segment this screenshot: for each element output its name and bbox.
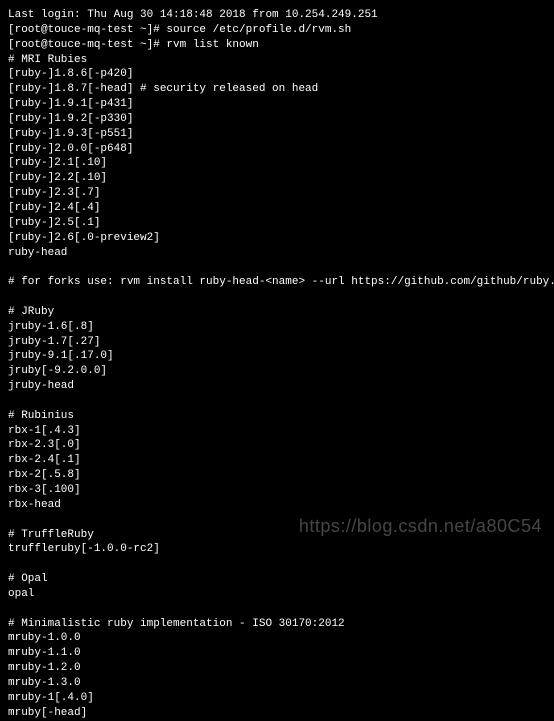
ruby-version-line: jruby-head (8, 379, 546, 394)
forks-note: # for forks use: rvm install ruby-head-<… (8, 275, 546, 290)
ruby-version-line: jruby-1.7[.27] (8, 335, 546, 350)
ruby-version-line: rbx-2.4[.1] (8, 453, 546, 468)
ruby-version-line: rbx-3[.100] (8, 483, 546, 498)
login-banner: Last login: Thu Aug 30 14:18:48 2018 fro… (8, 8, 546, 23)
terminal-line (8, 394, 546, 409)
ruby-version-line: [ruby-]2.3[.7] (8, 186, 546, 201)
ruby-version-line: [ruby-]2.0.0[-p648] (8, 142, 546, 157)
section-header-jruby: # JRuby (8, 305, 546, 320)
ruby-version-line: mruby-1.3.0 (8, 676, 546, 691)
terminal-line (8, 557, 546, 572)
prompt-line: [root@touce-mq-test ~]# source /etc/prof… (8, 23, 546, 38)
ruby-version-line: jruby-9.1[.17.0] (8, 349, 546, 364)
prompt-line: [root@touce-mq-test ~]# rvm list known (8, 38, 546, 53)
terminal-output: Last login: Thu Aug 30 14:18:48 2018 fro… (8, 8, 546, 721)
watermark-text: https://blog.csdn.net/a80C54 (299, 514, 542, 538)
ruby-version-line: mruby-1[.4.0] (8, 691, 546, 706)
terminal-line (8, 290, 546, 305)
ruby-version-line: [ruby-]2.4[.4] (8, 201, 546, 216)
terminal-line (8, 602, 546, 617)
ruby-version-line: mruby-1.0.0 (8, 631, 546, 646)
ruby-version-line: opal (8, 587, 546, 602)
ruby-version-line: [ruby-]1.8.7[-head] # security released … (8, 82, 546, 97)
ruby-version-line: [ruby-]1.9.1[-p431] (8, 97, 546, 112)
ruby-version-line: [ruby-]2.1[.10] (8, 156, 546, 171)
ruby-version-line: [ruby-]1.8.6[-p420] (8, 67, 546, 82)
ruby-version-line: mruby-1.2.0 (8, 661, 546, 676)
section-header-opal: # Opal (8, 572, 546, 587)
ruby-version-line: ruby-head (8, 246, 546, 261)
ruby-version-line: jruby-1.6[.8] (8, 320, 546, 335)
terminal-line (8, 260, 546, 275)
ruby-version-line: [ruby-]2.6[.0-preview2] (8, 231, 546, 246)
ruby-version-line: rbx-2[.5.8] (8, 468, 546, 483)
section-header-rubinius: # Rubinius (8, 409, 546, 424)
ruby-version-line: jruby[-9.2.0.0] (8, 364, 546, 379)
ruby-version-line: mruby-1.1.0 (8, 646, 546, 661)
section-header-mri: # MRI Rubies (8, 53, 546, 68)
ruby-version-line: [ruby-]1.9.2[-p330] (8, 112, 546, 127)
ruby-version-line: rbx-1[.4.3] (8, 424, 546, 439)
ruby-version-line: rbx-2.3[.0] (8, 438, 546, 453)
section-header-minimal: # Minimalistic ruby implementation - ISO… (8, 617, 546, 632)
ruby-version-line: [ruby-]2.2[.10] (8, 171, 546, 186)
ruby-version-line: [ruby-]2.5[.1] (8, 216, 546, 231)
ruby-version-line: [ruby-]1.9.3[-p551] (8, 127, 546, 142)
ruby-version-line: truffleruby[-1.0.0-rc2] (8, 542, 546, 557)
ruby-version-line: mruby[-head] (8, 706, 546, 721)
ruby-version-line: rbx-head (8, 498, 546, 513)
